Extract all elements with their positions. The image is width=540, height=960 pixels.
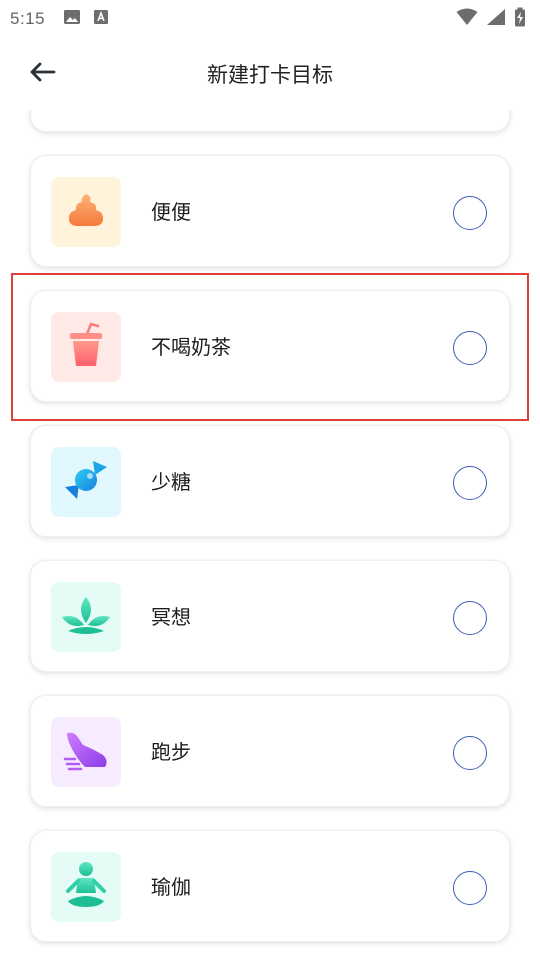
- wifi-icon: [456, 8, 478, 31]
- goal-label: 冥想: [151, 605, 191, 629]
- goal-icon-tile: [51, 717, 121, 787]
- goal-icon-tile: [51, 312, 121, 382]
- goal-select-radio[interactable]: [453, 871, 487, 905]
- goal-select-radio[interactable]: [453, 466, 487, 500]
- goal-label: 便便: [151, 200, 191, 224]
- goal-select-radio[interactable]: [453, 601, 487, 635]
- status-bar: 5:15: [0, 0, 540, 38]
- goal-card-partial[interactable]: [30, 110, 510, 132]
- goal-card[interactable]: 冥想: [30, 560, 510, 672]
- goal-label: 跑步: [151, 740, 191, 764]
- status-system-icons: [456, 7, 526, 32]
- goal-card[interactable]: 不喝奶茶: [30, 290, 510, 402]
- goal-list: 便便 不喝奶茶 少糖 冥想 跑步 瑜伽: [0, 110, 540, 960]
- goal-card[interactable]: 跑步: [30, 695, 510, 807]
- goal-label: 瑜伽: [151, 875, 191, 899]
- yoga-person-icon: [64, 861, 108, 913]
- goal-icon-tile: [51, 582, 121, 652]
- goal-label: 少糖: [151, 470, 191, 494]
- status-notification-icons: [63, 9, 109, 30]
- milk-tea-cup-icon: [67, 322, 105, 372]
- goal-card[interactable]: 瑜伽: [30, 830, 510, 942]
- image-icon: [63, 9, 81, 30]
- candy-icon: [63, 457, 109, 507]
- arrow-left-icon: [28, 61, 56, 87]
- goal-card[interactable]: 少糖: [30, 425, 510, 537]
- goal-icon-tile: [51, 447, 121, 517]
- app-header: 新建打卡目标: [0, 38, 540, 110]
- goal-select-radio[interactable]: [453, 196, 487, 230]
- back-button[interactable]: [26, 60, 58, 88]
- poop-icon: [66, 192, 106, 232]
- font-a-icon: [93, 9, 109, 30]
- goal-icon-tile: [51, 852, 121, 922]
- goal-select-radio[interactable]: [453, 736, 487, 770]
- goal-card[interactable]: 便便: [30, 155, 510, 267]
- signal-icon: [486, 8, 506, 31]
- goal-icon-tile: [51, 177, 121, 247]
- page-title: 新建打卡目标: [207, 63, 333, 87]
- goal-select-radio[interactable]: [453, 331, 487, 365]
- running-shoe-icon: [63, 729, 109, 775]
- screen: 5:15 新建打卡目标 便便 不喝奶茶 少糖 冥想 跑步 瑜伽: [0, 0, 540, 960]
- status-time: 5:15: [10, 9, 46, 28]
- lotus-icon: [60, 595, 112, 639]
- goal-label: 不喝奶茶: [151, 335, 231, 359]
- battery-charging-icon: [514, 7, 526, 32]
